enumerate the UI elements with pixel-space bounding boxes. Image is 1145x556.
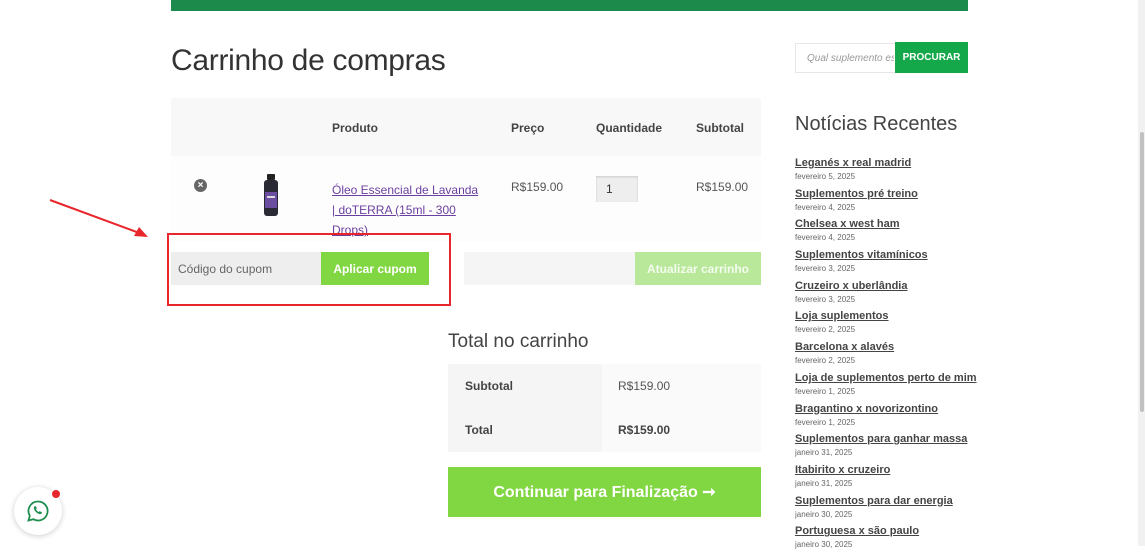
post-link[interactable]: Chelsea x west ham xyxy=(795,218,995,231)
post-link[interactable]: Cruzeiro x uberlândia xyxy=(795,280,995,293)
post-date: janeiro 31, 2025 xyxy=(795,478,853,488)
list-item: Barcelona x alavés fevereiro 2, 2025 xyxy=(795,341,995,372)
post-link[interactable]: Leganés x real madrid xyxy=(795,157,995,170)
totals-total-row: Total R$159.00 xyxy=(448,408,761,452)
post-link[interactable]: Suplementos vitamínicos xyxy=(795,249,995,262)
cart-table: Produto Preço Quantidade Subtotal × Óleo… xyxy=(171,98,761,242)
list-item: Suplementos para dar energia janeiro 30, … xyxy=(795,495,995,526)
list-item: Chelsea x west ham fevereiro 4, 2025 xyxy=(795,218,995,249)
search-button[interactable]: PROCURAR xyxy=(895,42,968,73)
post-link[interactable]: Suplementos para dar energia xyxy=(795,495,995,508)
post-date: fevereiro 2, 2025 xyxy=(795,356,856,366)
post-date: janeiro 30, 2025 xyxy=(795,509,853,519)
cart-totals-title: Total no carrinho xyxy=(448,331,589,352)
list-item: Suplementos para ganhar massa janeiro 31,… xyxy=(795,433,995,464)
product-name-link[interactable]: Óleo Essencial de Lavanda | doTERRA (15m… xyxy=(332,180,482,240)
list-item: Loja suplementos fevereiro 2, 2025 xyxy=(795,310,995,341)
post-link[interactable]: Bragantino x novorizontino xyxy=(795,403,995,416)
list-item: Suplementos pré treino fevereiro 4, 2025 xyxy=(795,188,995,219)
post-date: janeiro 30, 2025 xyxy=(795,540,853,550)
list-item: Loja de suplementos perto de mim fevereir… xyxy=(795,372,995,403)
annotation-arrow-icon xyxy=(49,199,148,237)
totals-subtotal-row: Subtotal R$159.00 xyxy=(448,364,761,408)
product-thumbnail[interactable] xyxy=(259,174,283,218)
list-item: Bragantino x novorizontino fevereiro 1, 2… xyxy=(795,403,995,434)
header-bar xyxy=(171,0,968,11)
page-title: Carrinho de compras xyxy=(171,44,446,77)
post-link[interactable]: Loja de suplementos perto de mim xyxy=(795,372,995,385)
header-product: Produto xyxy=(332,121,378,135)
search-input[interactable] xyxy=(795,43,896,73)
post-link[interactable]: Itabirito x cruzeiro xyxy=(795,464,995,477)
post-link[interactable]: Loja suplementos xyxy=(795,310,995,323)
product-subtotal: R$159.00 xyxy=(696,180,749,194)
post-date: janeiro 31, 2025 xyxy=(795,448,853,458)
post-link[interactable]: Suplementos pré treino xyxy=(795,188,995,201)
header-price: Preço xyxy=(511,121,545,135)
scrollbar-thumb[interactable] xyxy=(1140,132,1144,412)
totals-total-value: R$159.00 xyxy=(618,423,671,437)
proceed-to-checkout-button[interactable]: Continuar para Finalização ➞ xyxy=(448,467,761,517)
list-item: Suplementos vitamínicos fevereiro 3, 2025 xyxy=(795,249,995,280)
list-item: Cruzeiro x uberlândia fevereiro 3, 2025 xyxy=(795,280,995,311)
notification-badge xyxy=(52,490,60,498)
header-quantity: Quantidade xyxy=(596,121,663,135)
post-date: fevereiro 2, 2025 xyxy=(795,325,856,335)
totals-total-label: Total xyxy=(465,423,493,437)
post-date: fevereiro 4, 2025 xyxy=(795,202,856,212)
post-date: fevereiro 1, 2025 xyxy=(795,417,856,427)
remove-icon[interactable]: × xyxy=(194,179,207,192)
header-subtotal: Subtotal xyxy=(696,121,744,135)
recent-posts-list: Leganés x real madrid fevereiro 5, 2025 S… xyxy=(795,157,995,556)
cart-totals-table: Subtotal R$159.00 Total R$159.00 xyxy=(448,364,761,452)
annotation-highlight-box xyxy=(167,233,451,306)
post-date: fevereiro 3, 2025 xyxy=(795,264,856,274)
cart-table-header: Produto Preço Quantidade Subtotal xyxy=(171,98,761,156)
post-date: fevereiro 5, 2025 xyxy=(795,172,856,181)
post-link[interactable]: Portuguesa x são paulo xyxy=(795,525,995,538)
totals-subtotal-label: Subtotal xyxy=(465,379,513,393)
product-price: R$159.00 xyxy=(511,180,564,194)
cart-item-row: × Óleo Essencial de Lavanda | doTERRA (1… xyxy=(171,156,761,242)
post-date: fevereiro 4, 2025 xyxy=(795,233,856,243)
recent-posts-title: Notícias Recentes xyxy=(795,113,958,135)
list-item: Portuguesa x são paulo janeiro 30, 2025 xyxy=(795,525,995,556)
post-date: fevereiro 3, 2025 xyxy=(795,294,856,304)
post-link[interactable]: Barcelona x alavés xyxy=(795,341,995,354)
update-cart-button[interactable]: Atualizar carrinho xyxy=(635,252,761,285)
post-date: fevereiro 1, 2025 xyxy=(795,386,856,396)
list-item: Itabirito x cruzeiro janeiro 31, 2025 xyxy=(795,464,995,495)
totals-subtotal-value: R$159.00 xyxy=(618,379,671,393)
post-link[interactable]: Suplementos para ganhar massa xyxy=(795,433,995,446)
list-item: Leganés x real madrid fevereiro 5, 2025 xyxy=(795,157,995,188)
quantity-input[interactable] xyxy=(596,176,638,202)
whatsapp-icon xyxy=(27,500,49,522)
